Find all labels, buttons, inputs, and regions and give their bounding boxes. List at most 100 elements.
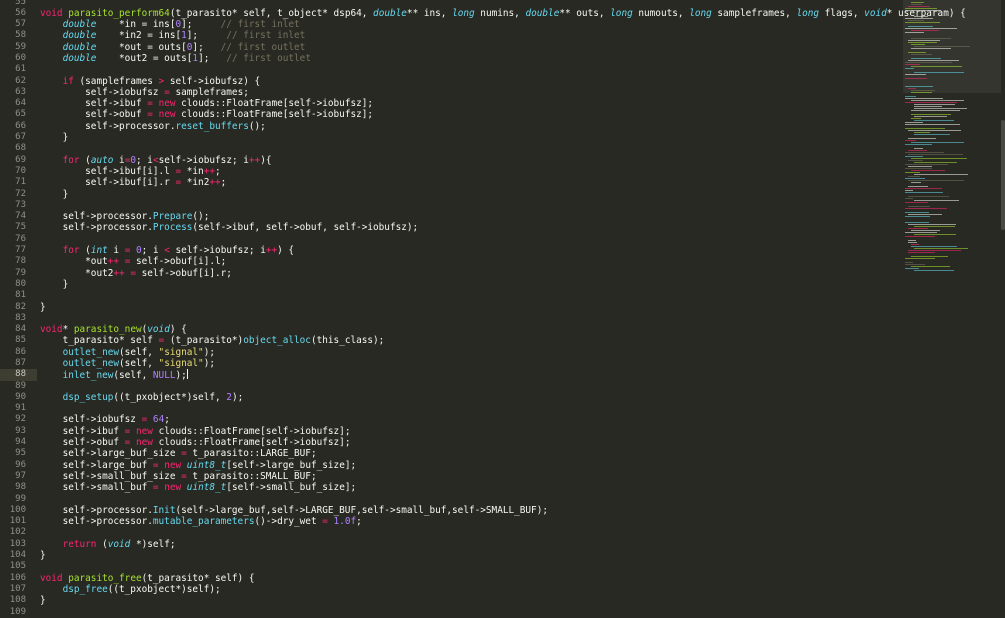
line-text[interactable]: self->ibuf = new clouds::FloatFrame[self… [40, 426, 351, 437]
line-text[interactable]: *out2++ = self->obuf[i].r; [40, 268, 232, 279]
code-line[interactable]: 62 if (sampleframes > self->iobufsz) { [0, 76, 900, 87]
minimap[interactable] [903, 0, 1001, 611]
code-line[interactable]: 88 inlet_new(self, NULL); [0, 369, 900, 381]
line-text[interactable]: t_parasito* self = (t_parasito*)object_a… [40, 335, 385, 346]
code-line[interactable]: 58 double *in2 = ins[1]; // first inlet [0, 30, 900, 41]
code-line[interactable]: 60 double *out2 = outs[1]; // first outl… [0, 53, 900, 64]
code-line[interactable]: 64 self->ibuf = new clouds::FloatFrame[s… [0, 98, 900, 109]
code-line[interactable]: 73 [0, 200, 900, 211]
code-line[interactable]: 77 for (int i = 0; i < self->iobufsz; i+… [0, 245, 900, 256]
line-text[interactable]: void* parasito_new(void) { [40, 324, 187, 335]
scrollbar-thumb[interactable] [1001, 120, 1005, 230]
line-text[interactable]: self->small_buf = new uint8_t[self->smal… [40, 482, 357, 493]
line-text[interactable]: for (int i = 0; i < self->iobufsz; i++) … [40, 245, 295, 256]
line-text[interactable]: double *in = ins[0]; // first inlet [40, 19, 300, 30]
line-text[interactable]: self->processor.Process(self->ibuf, self… [40, 222, 419, 233]
code-line[interactable]: 99 [0, 494, 900, 505]
line-text[interactable]: void parasito_perform64(t_parasito* self… [40, 8, 966, 19]
code-line[interactable]: 90 dsp_setup((t_pxobject*)self, 2); [0, 392, 900, 403]
line-text[interactable]: } [40, 550, 46, 561]
code-line[interactable]: 61 [0, 64, 900, 75]
code-line[interactable]: 106 void parasito_free(t_parasito* self) … [0, 573, 900, 584]
code-line[interactable]: 55 [0, 0, 900, 8]
code-line[interactable]: 109 [0, 607, 900, 618]
line-text[interactable]: double *out = outs[0]; // first outlet [40, 42, 306, 53]
line-text[interactable]: return (void *)self; [40, 539, 176, 550]
code-editor[interactable]: 55 56 void parasito_perform64(t_parasito* … [0, 0, 1005, 617]
line-text[interactable]: *out++ = self->obuf[i].l; [40, 256, 226, 267]
code-line[interactable]: 63 self->iobufsz = sampleframes; [0, 87, 900, 98]
code-line[interactable]: 81 [0, 290, 900, 301]
code-line[interactable]: 87 outlet_new(self, "signal"); [0, 358, 900, 369]
line-text[interactable]: self->processor.mutable_parameters()->dr… [40, 516, 362, 527]
line-text[interactable]: dsp_free((t_pxobject*)self); [40, 584, 221, 595]
code-line[interactable]: 66 self->processor.reset_buffers(); [0, 121, 900, 132]
line-text[interactable]: self->processor.Prepare(); [40, 211, 210, 222]
code-line[interactable]: 108} [0, 595, 900, 606]
code-line[interactable]: 57 double *in = ins[0]; // first inlet [0, 19, 900, 30]
code-line[interactable]: 97 self->small_buf_size = t_parasito::SM… [0, 471, 900, 482]
code-line[interactable]: 67 } [0, 132, 900, 143]
code-line[interactable]: 84 void* parasito_new(void) { [0, 324, 900, 335]
line-text[interactable]: self->ibuf = new clouds::FloatFrame[self… [40, 98, 373, 109]
line-text[interactable]: self->iobufsz = sampleframes; [40, 87, 249, 98]
code-line[interactable]: 107 dsp_free((t_pxobject*)self); [0, 584, 900, 595]
line-text[interactable]: } [40, 132, 69, 143]
code-line[interactable]: 95 self->large_buf_size = t_parasito::LA… [0, 448, 900, 459]
line-text[interactable]: } [40, 595, 46, 606]
line-text[interactable]: self->large_buf_size = t_parasito::LARGE… [40, 448, 317, 459]
code-line[interactable]: 101 self->processor.mutable_parameters()… [0, 516, 900, 527]
code-line[interactable]: 96 self->large_buf = new uint8_t[self->l… [0, 460, 900, 471]
line-text[interactable]: void parasito_free(t_parasito* self) { [40, 573, 255, 584]
code-line[interactable]: 102 [0, 527, 900, 538]
line-text[interactable]: self->processor.reset_buffers(); [40, 121, 266, 132]
code-line[interactable]: 56 void parasito_perform64(t_parasito* se… [0, 8, 966, 19]
code-line[interactable]: 71 self->ibuf[i].r = *in2++; [0, 177, 900, 188]
code-line[interactable]: 92 self->iobufsz = 64; [0, 414, 900, 425]
line-text[interactable]: self->small_buf_size = t_parasito::SMALL… [40, 471, 317, 482]
line-text[interactable]: double *out2 = outs[1]; // first outlet [40, 53, 311, 64]
code-line[interactable]: 94 self->obuf = new clouds::FloatFrame[s… [0, 437, 900, 448]
line-text[interactable]: if (sampleframes > self->iobufsz) { [40, 76, 261, 87]
code-line[interactable]: 65 self->obuf = new clouds::FloatFrame[s… [0, 109, 900, 120]
line-text[interactable]: self->ibuf[i].l = *in++; [40, 166, 221, 177]
line-text[interactable]: double *in2 = ins[1]; // first inlet [40, 30, 306, 41]
code-line[interactable]: 75 self->processor.Process(self->ibuf, s… [0, 222, 900, 233]
line-text[interactable]: self->obuf = new clouds::FloatFrame[self… [40, 437, 351, 448]
line-text[interactable]: self->ibuf[i].r = *in2++; [40, 177, 226, 188]
line-text[interactable]: for (auto i=0; i<self->iobufsz; i++){ [40, 155, 272, 166]
line-text[interactable]: } [40, 189, 69, 200]
line-text[interactable]: self->large_buf = new uint8_t[self->larg… [40, 460, 357, 471]
line-text[interactable]: dsp_setup((t_pxobject*)self, 2); [40, 392, 244, 403]
code-line[interactable]: 74 self->processor.Prepare(); [0, 211, 900, 222]
code-line[interactable]: 83 [0, 313, 900, 324]
code-line[interactable]: 103 return (void *)self; [0, 539, 900, 550]
code-line[interactable]: 93 self->ibuf = new clouds::FloatFrame[s… [0, 426, 900, 437]
code-line[interactable]: 78 *out++ = self->obuf[i].l; [0, 256, 900, 267]
line-text[interactable]: outlet_new(self, "signal"); [40, 347, 215, 358]
line-text[interactable]: } [40, 279, 69, 290]
line-text[interactable]: } [40, 302, 46, 313]
code-line[interactable]: 72 } [0, 189, 900, 200]
code-line[interactable]: 100 self->processor.Init(self->large_buf… [0, 505, 900, 516]
line-text[interactable]: self->processor.Init(self->large_buf,sel… [40, 505, 548, 516]
code-line[interactable]: 98 self->small_buf = new uint8_t[self->s… [0, 482, 900, 493]
code-line[interactable]: 91 [0, 403, 900, 414]
code-line[interactable]: 69 for (auto i=0; i<self->iobufsz; i++){ [0, 155, 900, 166]
code-line[interactable]: 68 [0, 143, 900, 154]
line-text[interactable]: outlet_new(self, "signal"); [40, 358, 215, 369]
code-line[interactable]: 85 t_parasito* self = (t_parasito*)objec… [0, 335, 900, 346]
code-line[interactable]: 80 } [0, 279, 900, 290]
code-line[interactable]: 86 outlet_new(self, "signal"); [0, 347, 900, 358]
code-area[interactable]: 55 56 void parasito_perform64(t_parasito* … [0, 0, 966, 618]
vertical-scrollbar[interactable] [1001, 0, 1005, 611]
line-text[interactable]: self->obuf = new clouds::FloatFrame[self… [40, 109, 373, 120]
code-line[interactable]: 70 self->ibuf[i].l = *in++; [0, 166, 900, 177]
line-text[interactable]: self->iobufsz = 64; [40, 414, 170, 425]
code-line[interactable]: 59 double *out = outs[0]; // first outle… [0, 42, 900, 53]
code-line[interactable]: 79 *out2++ = self->obuf[i].r; [0, 268, 900, 279]
code-line[interactable]: 89 [0, 381, 900, 392]
code-line[interactable]: 105 [0, 561, 900, 572]
code-line[interactable]: 76 [0, 234, 900, 245]
code-line[interactable]: 82} [0, 302, 900, 313]
